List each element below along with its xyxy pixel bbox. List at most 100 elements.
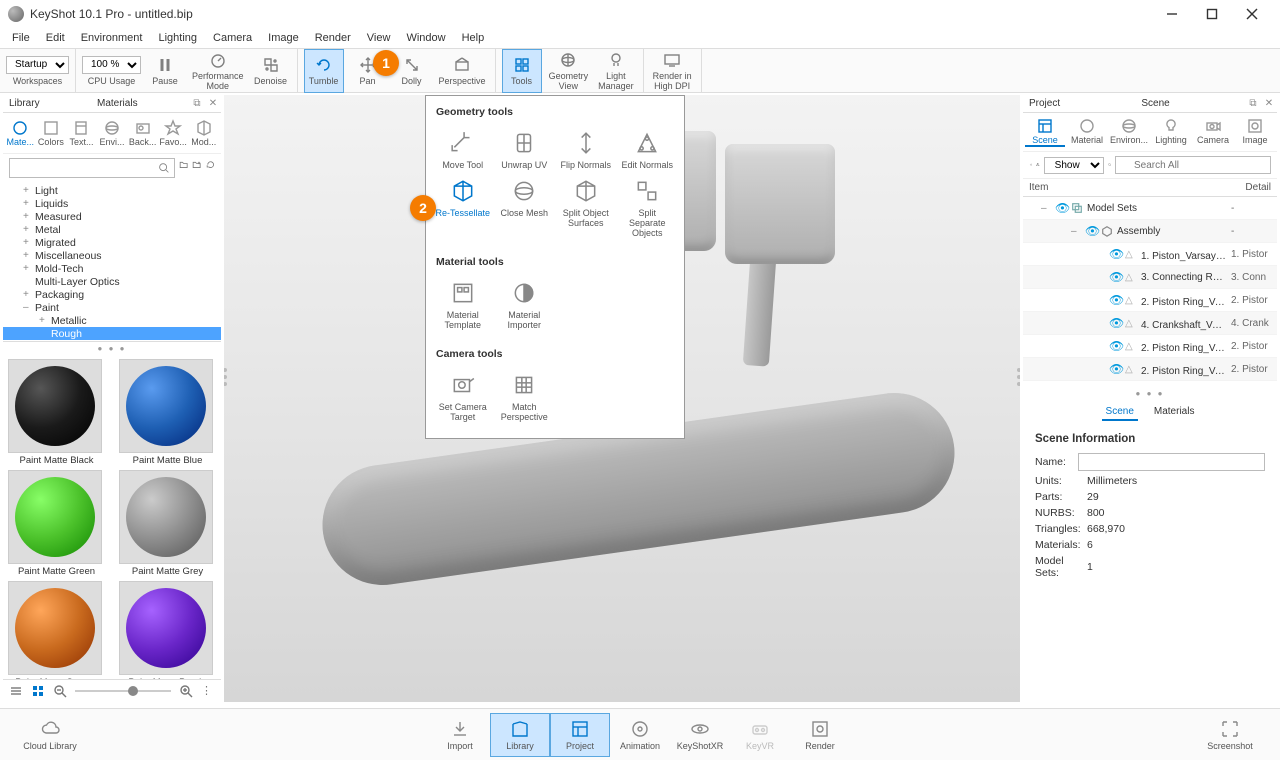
material-swatch[interactable]: Paint Matte Orange	[8, 581, 106, 680]
menu-image[interactable]: Image	[260, 30, 307, 46]
scene-tree-row[interactable]: 👁△2. Piston Ring_Varsay ⓘ l…2. Pistor	[1023, 289, 1277, 312]
menu-help[interactable]: Help	[454, 30, 493, 46]
lib-tab-0[interactable]: Mate...	[5, 117, 36, 149]
popout-icon[interactable]: ⧉	[1245, 98, 1261, 109]
menu-view[interactable]: View	[359, 30, 399, 46]
highdpi-button[interactable]: Render in High DPI	[650, 49, 695, 93]
lib-tab-3[interactable]: Envi...	[97, 117, 128, 149]
tree-row[interactable]: +Liquids	[3, 197, 221, 210]
tree-row[interactable]: +Migrated	[3, 236, 221, 249]
grid-view-icon[interactable]	[31, 684, 45, 698]
tool-item[interactable]: Edit Normals	[617, 126, 679, 174]
tree-row[interactable]: +Miscellaneous	[3, 249, 221, 262]
menu-lighting[interactable]: Lighting	[150, 30, 205, 46]
scene-tab-2[interactable]: Environ...	[1109, 117, 1149, 147]
menu-window[interactable]: Window	[398, 30, 453, 46]
scene-search-input[interactable]	[1115, 156, 1271, 174]
show-dropdown[interactable]: Show	[1044, 157, 1104, 174]
tool-item[interactable]: Move Tool	[432, 126, 494, 174]
lib-tab-5[interactable]: Favo...	[158, 117, 189, 149]
tool-item[interactable]: Material Template	[432, 276, 494, 334]
scene-tree-row[interactable]: 👁△3. Connecting Rod_Varsa…3. Conn	[1023, 266, 1277, 289]
geomview-button[interactable]: Geometry View	[546, 49, 592, 93]
zoom-in-icon[interactable]	[179, 684, 193, 698]
tree-row[interactable]: +Packaging	[3, 288, 221, 301]
list-view-icon[interactable]	[9, 684, 23, 698]
material-swatch[interactable]: Paint Matte Grey	[119, 470, 217, 577]
pause-button[interactable]: Pause	[145, 49, 185, 93]
popout-icon[interactable]: ⧉	[189, 98, 205, 109]
tumble-button[interactable]: Tumble	[304, 49, 344, 93]
project-button[interactable]: Project	[550, 713, 610, 757]
animation-button[interactable]: Animation	[610, 719, 670, 751]
library-search-input[interactable]	[9, 158, 175, 178]
hierarchy-icon[interactable]	[1036, 158, 1039, 172]
scene-tree-row[interactable]: 👁△2. Piston Ring_Varsay ⓘ l…2. Pistor	[1023, 358, 1277, 381]
keyvr-button[interactable]: KeyVR	[730, 719, 790, 751]
subtab-materials[interactable]: Materials	[1150, 404, 1199, 421]
perf-button[interactable]: Performance Mode	[189, 49, 247, 93]
scene-tree-row[interactable]: –👁Model Sets-	[1023, 197, 1277, 220]
lib-tab-2[interactable]: Text...	[66, 117, 97, 149]
refresh-icon[interactable]	[206, 160, 215, 176]
tree-row[interactable]: +Metallic	[3, 314, 221, 327]
thumbnail-size-slider[interactable]	[75, 690, 171, 692]
scene-tree-row[interactable]: 👁△1. Piston_Varsay ⓘ lan1. Pistor	[1023, 243, 1277, 266]
scene-tab-1[interactable]: Material	[1067, 117, 1107, 147]
keyshotxr-button[interactable]: KeyShotXR	[670, 719, 730, 751]
materials-tab-label[interactable]: Materials	[46, 98, 189, 109]
close-button[interactable]	[1232, 0, 1272, 28]
scene-tab-4[interactable]: Camera	[1193, 117, 1233, 147]
menu-icon[interactable]: ⋮	[201, 684, 215, 698]
tool-item[interactable]: Unwrap UV	[494, 126, 556, 174]
tool-item[interactable]: Close Mesh	[494, 174, 556, 242]
tree-row[interactable]: +Mold-Tech	[3, 262, 221, 275]
tree-row[interactable]: +Metal	[3, 223, 221, 236]
close-panel-icon[interactable]: ✕	[205, 98, 221, 109]
scene-tab-5[interactable]: Image	[1235, 117, 1275, 147]
menu-environment[interactable]: Environment	[73, 30, 151, 46]
menu-edit[interactable]: Edit	[38, 30, 73, 46]
close-panel-icon[interactable]: ✕	[1261, 98, 1277, 109]
material-swatch[interactable]: Paint Matte Blue	[119, 359, 217, 466]
col-detail[interactable]: Detail	[1245, 182, 1271, 193]
collapse-icon[interactable]	[1029, 158, 1032, 172]
lib-tab-1[interactable]: Colors	[36, 117, 67, 149]
tree-row[interactable]: Rough	[3, 327, 221, 340]
minimize-button[interactable]	[1152, 0, 1192, 28]
tree-row[interactable]: +Light	[3, 184, 221, 197]
scene-tab-0[interactable]: Scene	[1025, 117, 1065, 147]
tool-item[interactable]: Set Camera Target	[432, 368, 494, 426]
material-swatch[interactable]: Paint Matte Green	[8, 470, 106, 577]
perspective-button[interactable]: Perspective	[436, 49, 489, 93]
scene-tree-row[interactable]: 👁△2. Piston Ring_Varsay ⓘ l…2. Pistor	[1023, 335, 1277, 358]
render-button[interactable]: Render	[790, 719, 850, 751]
menu-camera[interactable]: Camera	[205, 30, 260, 46]
zoom-out-icon[interactable]	[53, 684, 67, 698]
scene-tab-3[interactable]: Lighting	[1151, 117, 1191, 147]
scene-tree-row[interactable]: 👁△4. Crankshaft_Varsay ⓘ la…4. Crank	[1023, 312, 1277, 335]
resizer-dots[interactable]: ● ● ●	[1023, 387, 1277, 400]
tree-row[interactable]: +Measured	[3, 210, 221, 223]
tree-row[interactable]: –Paint	[3, 301, 221, 314]
import-button[interactable]: Import	[430, 719, 490, 751]
col-item[interactable]: Item	[1029, 182, 1245, 193]
menu-file[interactable]: File	[4, 30, 38, 46]
subtab-scene[interactable]: Scene	[1102, 404, 1138, 421]
material-swatch[interactable]: Paint Matte Purple	[119, 581, 217, 680]
tool-item[interactable]: Material Importer	[494, 276, 556, 334]
denoise-button[interactable]: Denoise	[251, 49, 291, 93]
resizer-dots[interactable]: ● ● ●	[3, 342, 221, 355]
tool-item[interactable]: Split Object Surfaces	[555, 174, 617, 242]
workspace-select[interactable]: Startup	[6, 56, 69, 74]
lib-tab-6[interactable]: Mod...	[188, 117, 219, 149]
folder-icon[interactable]	[179, 160, 188, 176]
cloud-library-button[interactable]: Cloud Library	[10, 719, 90, 751]
tools-button[interactable]: Tools	[502, 49, 542, 93]
lightmgr-button[interactable]: Light Manager	[595, 49, 637, 93]
screenshot-button[interactable]: Screenshot	[1190, 719, 1270, 751]
tool-item[interactable]: Split Separate Objects	[617, 174, 679, 242]
menu-render[interactable]: Render	[307, 30, 359, 46]
scene-tree-row[interactable]: –👁Assembly-	[1023, 220, 1277, 243]
tool-item[interactable]: Flip Normals	[555, 126, 617, 174]
